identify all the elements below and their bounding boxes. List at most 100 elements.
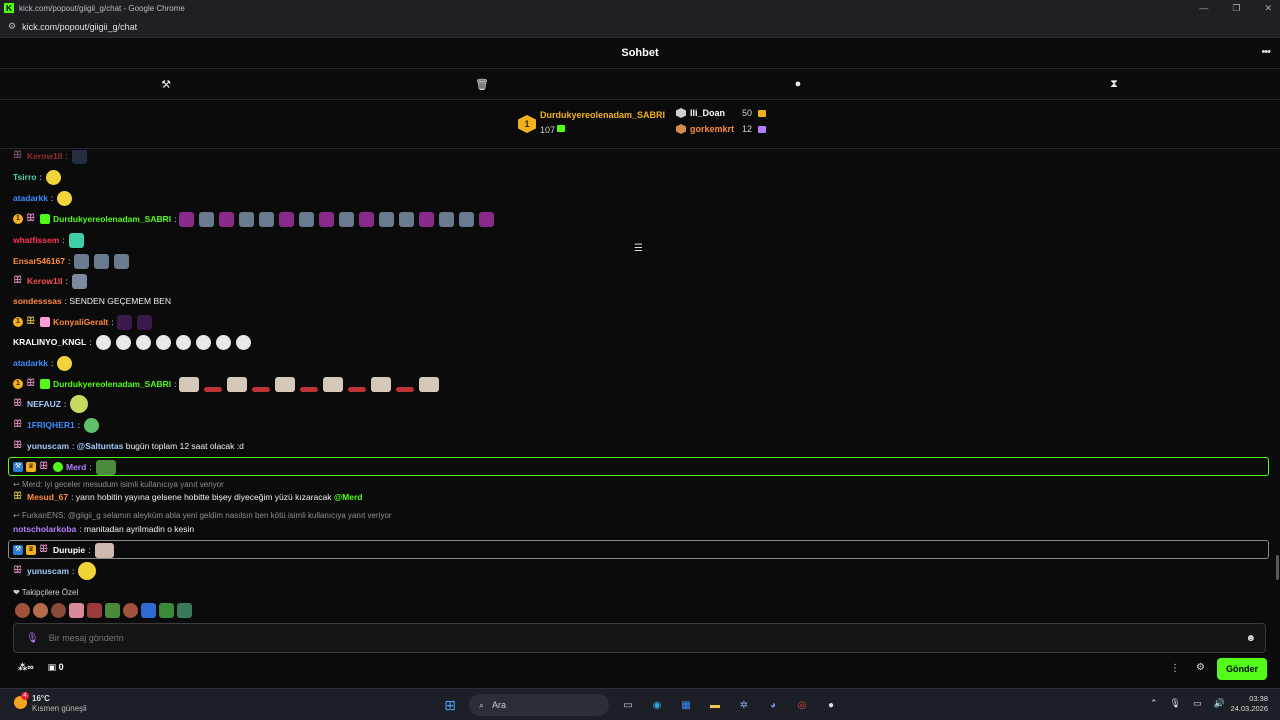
chat-message: Ensar546167: (13, 252, 134, 270)
close-icon[interactable]: ✕ (1264, 3, 1272, 14)
more-options-icon[interactable]: ••• (1261, 46, 1271, 58)
chat-message: ⚒ ♛ ꕥ Durupie: (13, 541, 119, 559)
username[interactable]: Durdukyereolenadam_SABRI (53, 379, 171, 389)
emote (179, 211, 195, 227)
network-icon[interactable]: ▭ (1193, 698, 1202, 709)
username[interactable]: atadarkk (13, 193, 48, 203)
chat-bubble-icon[interactable]: ● (791, 78, 805, 90)
emote-option[interactable] (141, 603, 156, 618)
minimize-icon[interactable]: — (1199, 3, 1208, 13)
message-input-box[interactable]: 🎙 ☻ (13, 623, 1266, 653)
moderator-badge-icon: ⚒ (13, 462, 23, 472)
hourglass-icon[interactable]: ⧗ (1107, 78, 1121, 91)
emote-option[interactable] (105, 603, 120, 618)
mention[interactable]: @Merd (334, 492, 363, 502)
file-explorer-icon[interactable]: ▬ (705, 695, 725, 715)
butterfly-badge-icon: ꕥ (26, 316, 36, 327)
username[interactable]: yunuscam (27, 566, 69, 576)
emote (136, 314, 152, 330)
send-button[interactable]: Gönder (1217, 658, 1267, 680)
username[interactable]: NEFAUZ (27, 399, 61, 409)
restore-icon[interactable]: ❐ (1232, 3, 1240, 14)
settings-gear-icon[interactable]: ⚙ (1196, 662, 1205, 673)
emote (74, 253, 90, 269)
settings-app-icon[interactable]: ✲ (734, 695, 754, 715)
emote-option[interactable] (177, 603, 192, 618)
emote (71, 273, 87, 289)
username[interactable]: Durupie (53, 545, 85, 555)
username[interactable]: Kerow1ll (27, 276, 62, 286)
leaderboard-third[interactable]: gorkemkrt 12 (676, 124, 767, 134)
username[interactable]: Merd (66, 462, 86, 472)
gift-sub-indicator[interactable]: ▣ 0 (48, 662, 64, 673)
obs-icon[interactable]: ● (821, 695, 841, 715)
emote (195, 334, 211, 350)
emote (279, 211, 295, 227)
emote-option[interactable] (33, 603, 48, 618)
leaderboard-second[interactable]: lli_Doan 50 (676, 108, 767, 118)
message-text: manitadan ayrilmadin o kesin (84, 524, 195, 534)
task-view-icon[interactable]: ▭ (618, 695, 638, 715)
ban-hammer-icon[interactable]: ⚒ (159, 78, 173, 91)
windows-start-icon[interactable]: ⊞ (440, 695, 460, 715)
username[interactable]: KonyaliGeralt (53, 317, 108, 327)
message-input[interactable] (48, 633, 1246, 643)
username[interactable]: Mesud_67 (27, 492, 68, 502)
leaderboard-third-count: 12 (742, 124, 753, 134)
notification-badge: 4 (21, 692, 29, 700)
emote-option[interactable] (159, 603, 174, 618)
username[interactable]: whatfissem (13, 235, 59, 245)
emote-option[interactable] (87, 603, 102, 618)
gift-rank-badge-icon: 1 (13, 379, 23, 389)
username[interactable]: Tsirro (13, 172, 36, 182)
mention[interactable]: @Saltuntas (77, 441, 124, 451)
username[interactable]: Kerow1ll (27, 151, 62, 161)
emote (479, 211, 495, 227)
weather-widget[interactable]: 4 16°C Kısmen güneşli (14, 692, 87, 714)
chat-scrollbar[interactable] (1276, 555, 1279, 580)
username[interactable]: KRALINYO_KNGL (13, 337, 86, 347)
discord-icon[interactable]: ◕ (763, 695, 783, 715)
store-icon[interactable]: ▦ (676, 695, 696, 715)
more-vertical-icon[interactable]: ⋮ (1170, 663, 1180, 674)
chrome-icon[interactable]: ◎ (792, 695, 812, 715)
gifter-badge-icon (40, 379, 50, 389)
trash-icon[interactable]: 🗑 (475, 78, 489, 91)
emote (135, 334, 151, 350)
emote (299, 211, 315, 227)
username[interactable]: 1FRIQHER1 (27, 420, 75, 430)
emote (399, 211, 415, 227)
username[interactable]: sondesssas (13, 296, 62, 306)
clock[interactable]: 03:38 24.03.2026 (1228, 694, 1268, 714)
username[interactable]: atadarkk (13, 358, 48, 368)
kick-points-indicator[interactable]: ⁂∞ (18, 662, 34, 673)
message-text: bugün toplam 12 saat olacak :d (125, 441, 244, 451)
emote (115, 334, 131, 350)
microphone-icon[interactable]: 🎙 (26, 633, 39, 644)
username[interactable]: yunuscam (27, 441, 69, 451)
url-bar[interactable]: ⚙ kick.com/popout/giigii_g/chat (0, 16, 1280, 38)
volume-icon[interactable]: 🔊 (1214, 698, 1225, 709)
emoji-picker-icon[interactable]: ☻ (1245, 633, 1256, 644)
leaderboard-first[interactable]: 1 Durdukyereolenadam_SABRI 107 (518, 110, 665, 138)
emote-option[interactable] (69, 603, 84, 618)
emote-option[interactable] (123, 603, 138, 618)
emote-option[interactable] (15, 603, 30, 618)
kick-logo-icon: K (4, 3, 14, 13)
emote-option[interactable] (51, 603, 66, 618)
chat-message: ꕥ Mesud_67: yarın hobitin yayına gelsene… (13, 491, 363, 503)
chat-message: ⚒ ♛ ꕥ Merd: (13, 458, 121, 476)
leaderboard-first-count: 107 (540, 125, 556, 135)
emote (57, 355, 73, 371)
site-info-icon[interactable]: ⚙ (8, 21, 16, 32)
emote (116, 314, 132, 330)
username[interactable]: notscholarkoba (13, 524, 76, 534)
microphone-tray-icon[interactable]: 🎙 (1170, 698, 1181, 709)
username[interactable]: Durdukyereolenadam_SABRI (53, 214, 171, 224)
tray-expand-icon[interactable]: ⌃ (1150, 698, 1158, 709)
edge-browser-icon[interactable]: ◉ (647, 695, 667, 715)
username[interactable]: Ensar546167 (13, 256, 65, 266)
taskbar-search[interactable]: ⌕ Ara (469, 694, 609, 716)
chat-messages[interactable]: ꕥ Kerow1ll: Tsirro: atadarkk: 1 ꕥ Durduk… (0, 150, 1280, 620)
gifter-badge-icon (40, 317, 50, 327)
